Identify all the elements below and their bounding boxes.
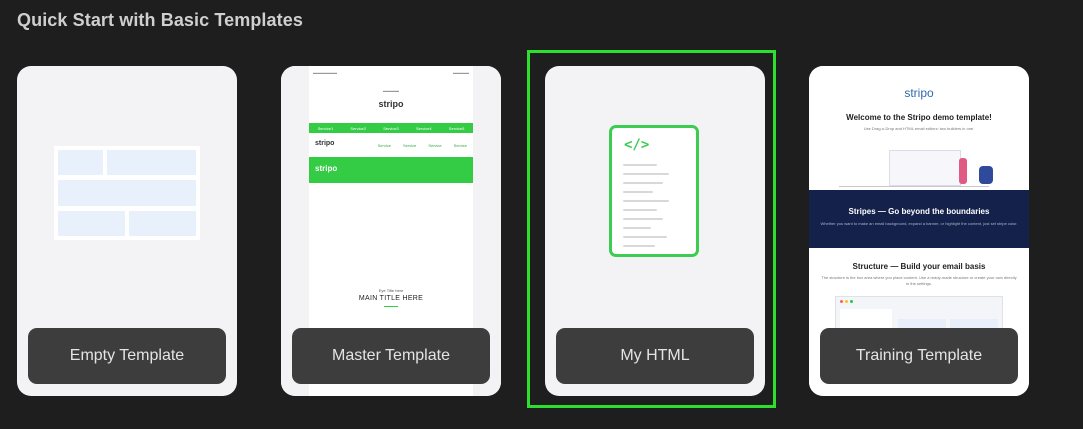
empty-template-card[interactable]: Empty Template bbox=[17, 66, 237, 396]
empty-grid-preview bbox=[54, 146, 200, 240]
training-template-card[interactable]: stripo Welcome to the Stripo demo templa… bbox=[809, 66, 1029, 396]
stripes-section: Stripes — Go beyond the boundaries Wheth… bbox=[809, 190, 1029, 248]
code-icon: </> bbox=[624, 137, 650, 153]
empty-template-button[interactable]: Empty Template bbox=[28, 328, 226, 384]
section-title: Quick Start with Basic Templates bbox=[17, 10, 303, 30]
training-heading: Welcome to the Stripo demo template! bbox=[846, 113, 992, 122]
master-menu-row: Service Service Service Service bbox=[377, 142, 467, 148]
illustration-person-seated bbox=[979, 166, 993, 184]
stripes-text: Whether you want to make an email backgr… bbox=[820, 221, 1018, 226]
training-template-button[interactable]: Training Template bbox=[820, 328, 1018, 384]
structure-text: The structure is the box area where you … bbox=[821, 275, 1017, 286]
master-nav-bar: Service1 Service2 Service3 Service4 Serv… bbox=[309, 123, 473, 133]
stripes-title: Stripes — Go beyond the boundaries bbox=[848, 207, 990, 216]
stripo-logo: stripo bbox=[378, 99, 404, 109]
illustration-screen bbox=[889, 150, 961, 186]
master-template-button[interactable]: Master Template bbox=[292, 328, 490, 384]
master-template-card[interactable]: ▬▬▬▬▬▬ ▬▬▬▬ ▬▬▬▬ stripo Service1 Service… bbox=[281, 66, 501, 396]
master-green-banner: stripo bbox=[309, 157, 473, 183]
structure-title: Structure — Build your email basis bbox=[852, 262, 986, 271]
my-html-card[interactable]: </> My HTML bbox=[545, 66, 765, 396]
master-main-title: MAIN TITLE HERE bbox=[358, 295, 424, 302]
stripo-logo: stripo bbox=[904, 86, 934, 100]
my-html-button[interactable]: My HTML bbox=[556, 328, 754, 384]
training-subheading: Use Drag-n-Drop and HTML email editors: … bbox=[863, 126, 975, 131]
html-document-icon: </> bbox=[609, 125, 699, 257]
illustration-person bbox=[959, 158, 967, 184]
master-eye-title: Eye Title here bbox=[378, 288, 404, 293]
